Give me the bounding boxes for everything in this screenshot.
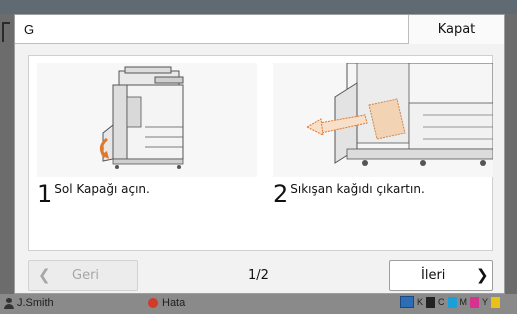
ink-swatch-m [470, 296, 480, 308]
step-2: 2 Sıkışan kağıdı çıkartın. [273, 62, 494, 235]
next-button[interactable]: İleri ❯ [389, 260, 493, 291]
page-indicator: 1/2 [248, 268, 269, 283]
dialog-footer: ❮ Geri 1/2 İleri ❯ [15, 259, 504, 293]
paper-jam-dialog: G Kapat 1 Sol Kapağı açın. 2 Sıkışan kağ… [14, 14, 505, 294]
step-1: 1 Sol Kapağı açın. [37, 63, 257, 235]
ink-levels: K C M Y [400, 296, 501, 308]
ink-label-c: C [438, 297, 445, 307]
step-1-text: Sol Kapağı açın. [54, 182, 150, 196]
previous-label: Geri [72, 268, 100, 283]
step-2-text: Sıkışan kağıdı çıkartın. [290, 182, 425, 196]
remove-jammed-paper-illustration [305, 62, 494, 166]
chevron-left-icon: ❮ [38, 266, 51, 284]
step-2-number: 2 [273, 180, 289, 208]
ink-swatch-c [447, 296, 457, 308]
printer-open-left-cover-illustration [100, 66, 184, 169]
printer-status-icon [400, 296, 414, 308]
step-1-caption: 1 Sol Kapağı açın. [37, 181, 150, 207]
ink-label-k: K [417, 297, 424, 307]
instructions-panel: 1 Sol Kapağı açın. 2 Sıkışan kağıdı çıka… [28, 55, 494, 251]
dialog-title-bar: G Kapat [15, 15, 504, 44]
background-left-panel [0, 14, 14, 294]
ink-label-y: Y [482, 297, 489, 307]
chevron-right-icon: ❯ [476, 266, 489, 284]
step-1-number: 1 [37, 180, 53, 208]
error-icon [148, 298, 158, 308]
step-2-caption: 2 Sıkışan kağıdı çıkartın. [273, 181, 425, 207]
ink-swatch-k [426, 296, 436, 308]
ink-label-m: M [459, 297, 468, 307]
error-indicator[interactable]: Hata [148, 297, 185, 309]
close-button[interactable]: Kapat [408, 15, 504, 44]
status-bar: J.Smith Hata K C M Y [0, 294, 517, 314]
ink-swatch-y [491, 296, 501, 308]
background-right-panel [505, 14, 517, 294]
user-icon [4, 297, 14, 309]
dialog-title: G [24, 22, 35, 37]
error-text: Hata [162, 297, 186, 309]
next-label: İleri [421, 268, 446, 283]
step-2-illustration [273, 62, 494, 177]
previous-button[interactable]: ❮ Geri [28, 260, 138, 291]
background-corner-mark [2, 22, 10, 42]
step-1-illustration [37, 63, 257, 177]
user-name: J.Smith [17, 297, 54, 309]
user-indicator[interactable]: J.Smith [4, 297, 54, 309]
background-header [0, 0, 517, 14]
